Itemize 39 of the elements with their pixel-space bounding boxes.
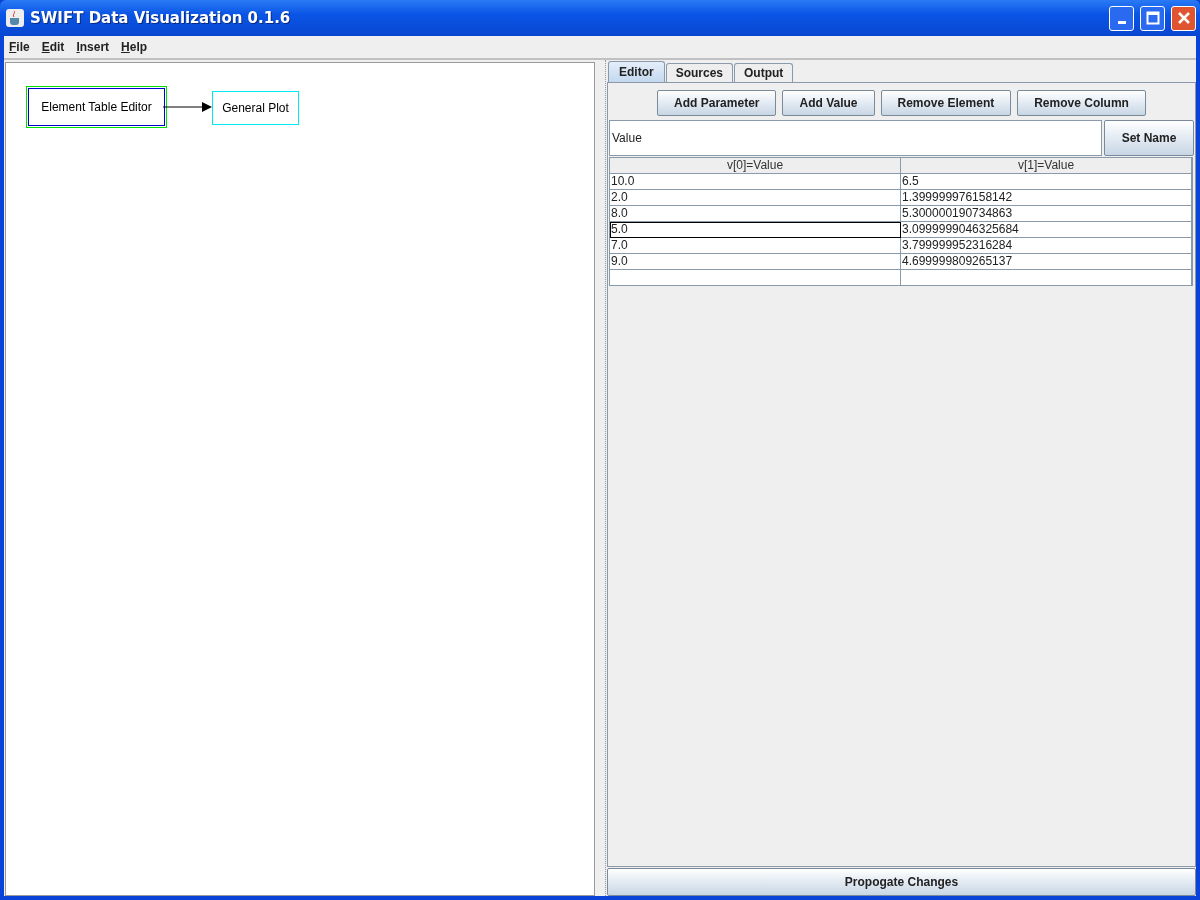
column-header[interactable]: v[0]=Value (610, 158, 901, 174)
table-cell[interactable]: 5.0 (610, 222, 901, 238)
table-cell[interactable]: 9.0 (610, 254, 901, 270)
propagate-changes-button[interactable]: Propogate Changes (607, 868, 1196, 896)
table-cell[interactable]: 6.5 (901, 174, 1192, 190)
minimize-icon (1117, 20, 1126, 24)
diagram-node[interactable]: Element Table Editor (28, 88, 165, 126)
table-cell[interactable]: 7.0 (610, 238, 901, 254)
name-input-field[interactable]: Value (609, 120, 1102, 156)
window-title: SWIFT Data Visualization 0.1.6 (30, 9, 292, 27)
toolbar-button[interactable]: Remove Element (880, 90, 1012, 116)
toolbar-button[interactable]: Add Parameter (657, 90, 777, 116)
minimize-button[interactable] (1109, 5, 1134, 31)
table-cell[interactable]: 4.699999809265137 (901, 254, 1192, 270)
table-cell[interactable]: 8.0 (610, 206, 901, 222)
tab[interactable]: Sources (665, 63, 734, 82)
table-cell[interactable]: 1.399999976158142 (901, 190, 1192, 206)
connector-arrow (163, 101, 212, 113)
menu-item[interactable]: Help (121, 40, 148, 54)
tab[interactable]: Editor (608, 61, 665, 82)
table-cell[interactable]: 3.0999999046325684 (901, 222, 1192, 238)
maximize-button[interactable] (1140, 5, 1165, 31)
diagram-node[interactable]: General Plot (212, 91, 299, 125)
tab[interactable]: Output (734, 63, 794, 82)
toolbar-button[interactable]: Add Value (782, 90, 875, 116)
table-cell[interactable]: 5.300000190734863 (901, 206, 1192, 222)
column-header[interactable]: v[1]=Value (901, 158, 1192, 174)
maximize-icon (1145, 11, 1160, 25)
table-cell[interactable]: 2.0 (610, 190, 901, 206)
set-name-button[interactable]: Set Name (1104, 120, 1194, 156)
menu-item[interactable]: File (9, 40, 30, 54)
table-cell[interactable]: 10.0 (610, 174, 901, 190)
close-icon (1176, 11, 1191, 25)
menu-item[interactable]: Insert (76, 40, 110, 54)
close-button[interactable] (1171, 5, 1196, 31)
coffee-cup-icon (6, 9, 24, 27)
menu-item[interactable]: Edit (41, 40, 65, 54)
table-cell[interactable]: 3.799999952316284 (901, 238, 1192, 254)
toolbar-button[interactable]: Remove Column (1017, 90, 1146, 116)
